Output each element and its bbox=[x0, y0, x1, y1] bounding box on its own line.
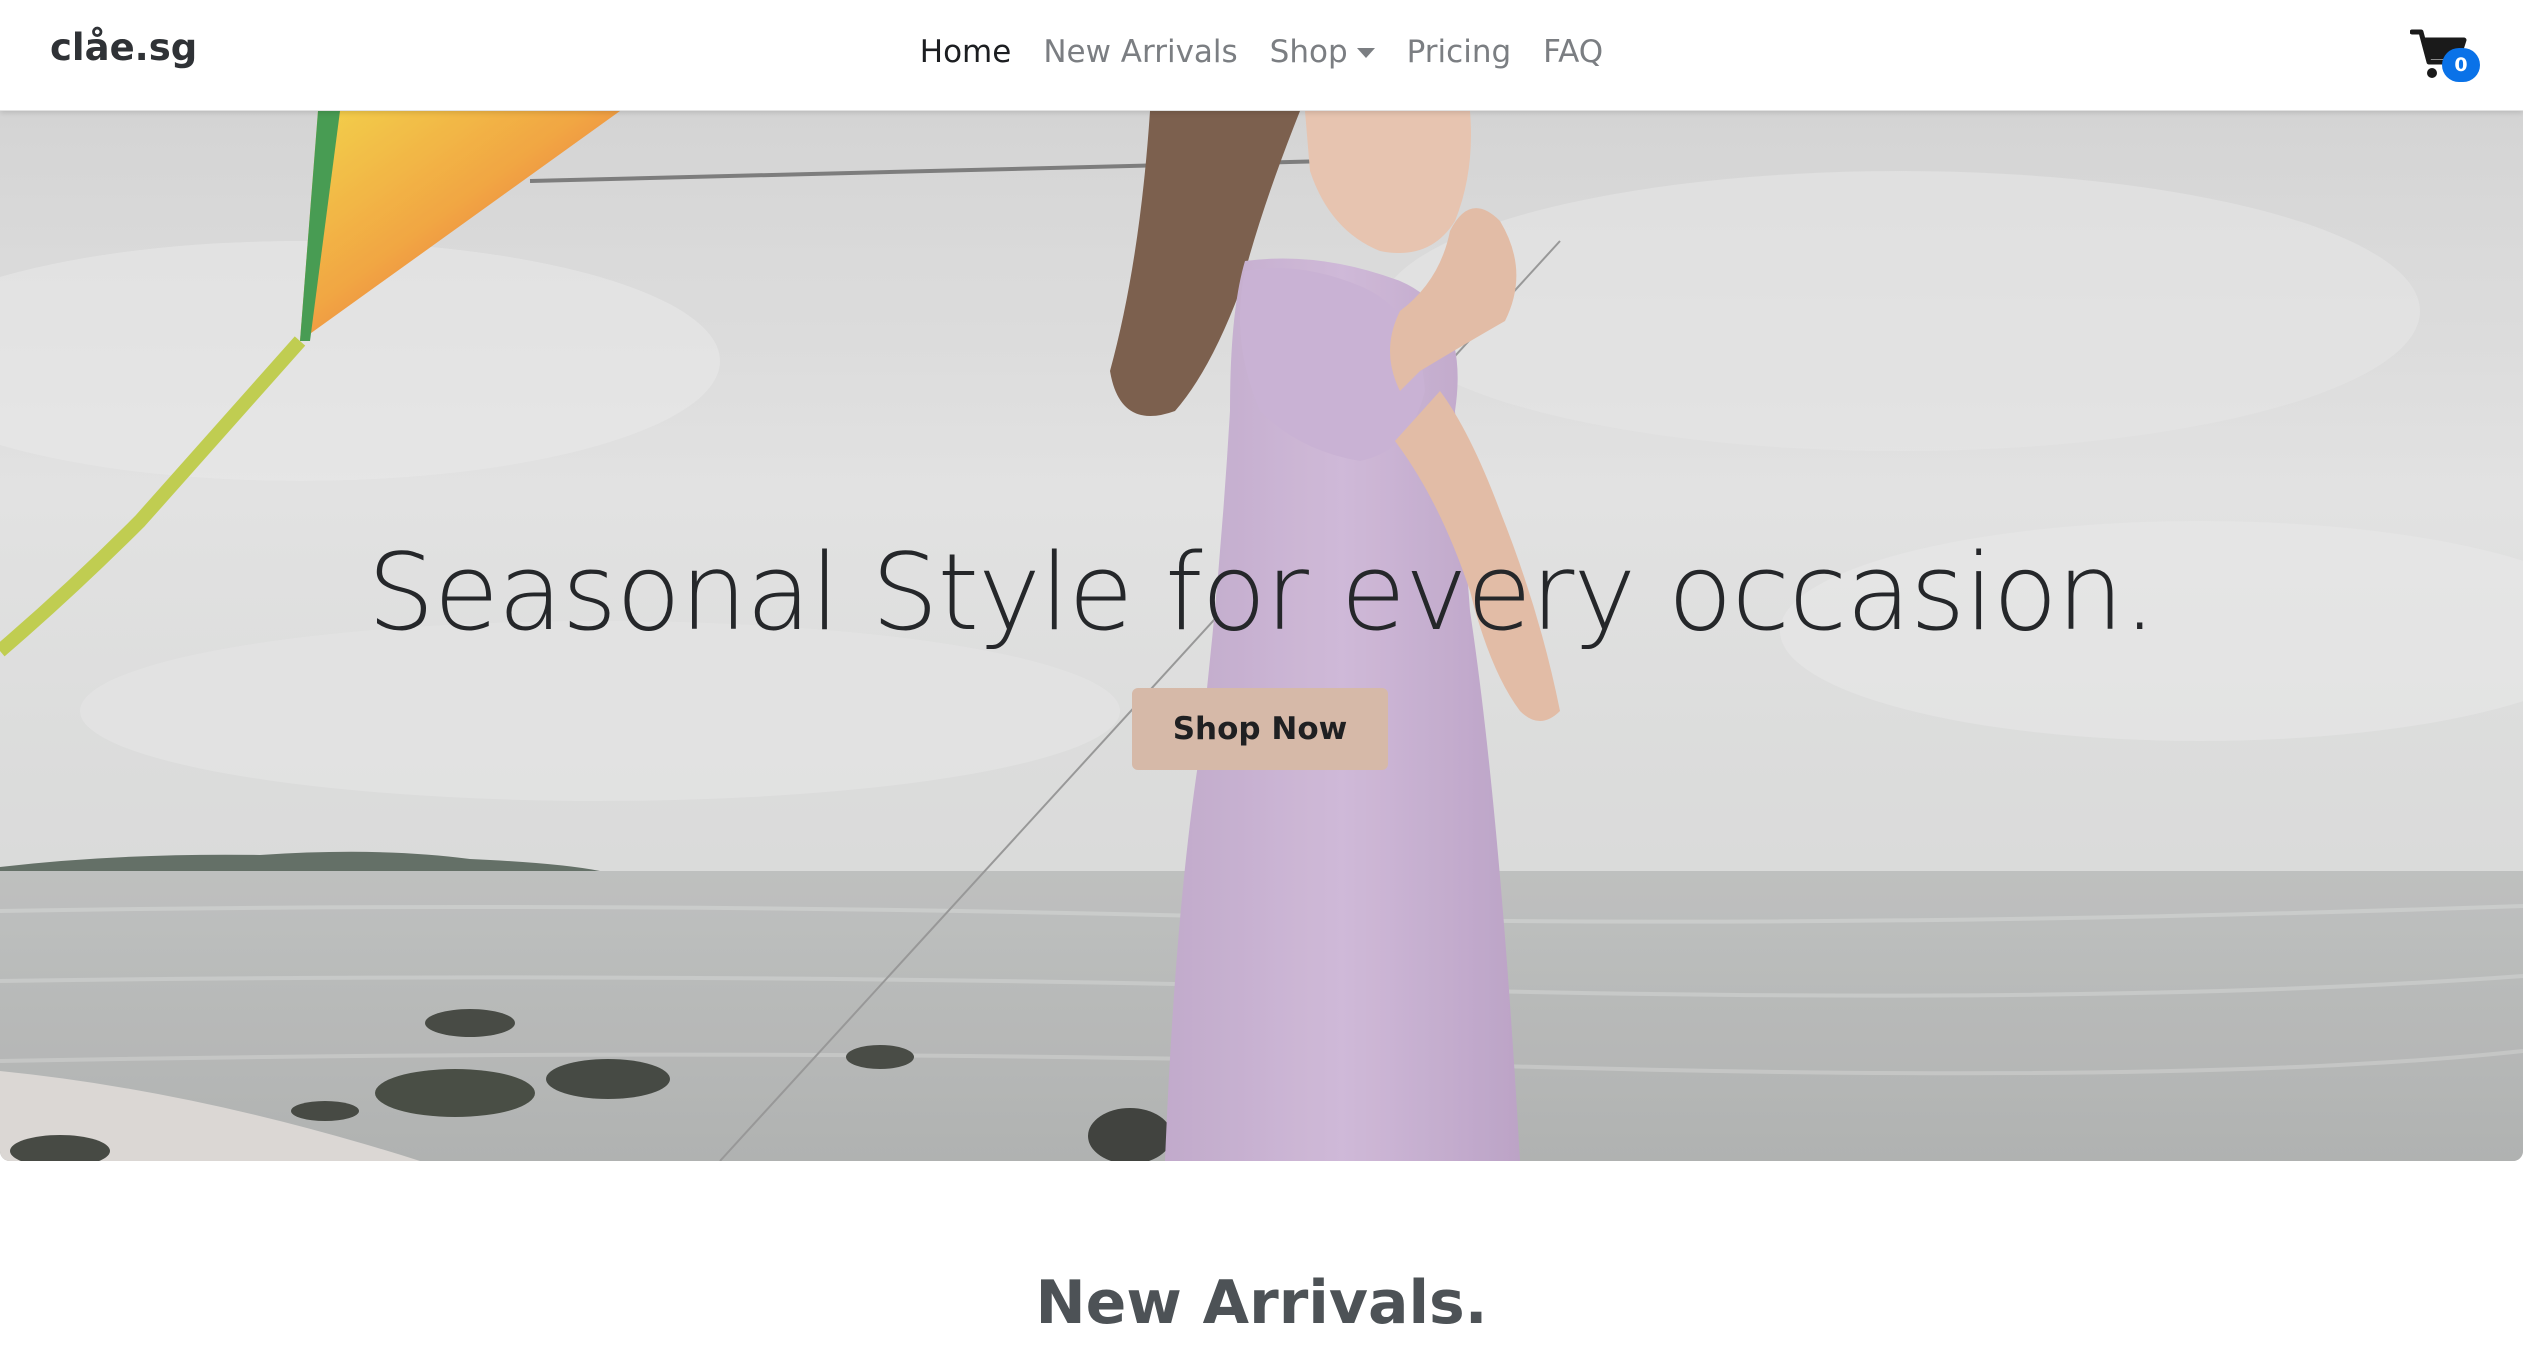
nav-link-new-arrivals[interactable]: New Arrivals bbox=[1043, 34, 1237, 70]
new-arrivals-heading: New Arrivals. bbox=[1035, 1268, 1488, 1338]
nav-link-shop-label: Shop bbox=[1269, 34, 1348, 70]
cart-count-badge: 0 bbox=[2442, 48, 2480, 82]
nav-dropdown-shop[interactable]: Shop bbox=[1270, 34, 1375, 70]
hero-title: Seasonal Style for every occasion. bbox=[367, 531, 2156, 654]
nav-links: Home New Arrivals Shop Pricing FAQ bbox=[0, 34, 2523, 70]
caret-down-icon bbox=[1356, 48, 1375, 58]
shop-now-button[interactable]: Shop Now bbox=[1132, 688, 1388, 770]
nav-link-pricing[interactable]: Pricing bbox=[1407, 34, 1512, 70]
hero-banner: Seasonal Style for every occasion. Shop … bbox=[0, 111, 2523, 1161]
nav-link-home[interactable]: Home bbox=[920, 34, 1012, 70]
navbar: clåe.sg Home New Arrivals Shop Pricing F… bbox=[0, 0, 2523, 111]
cart-button[interactable]: 0 bbox=[2409, 26, 2480, 82]
nav-link-faq[interactable]: FAQ bbox=[1543, 34, 1603, 70]
